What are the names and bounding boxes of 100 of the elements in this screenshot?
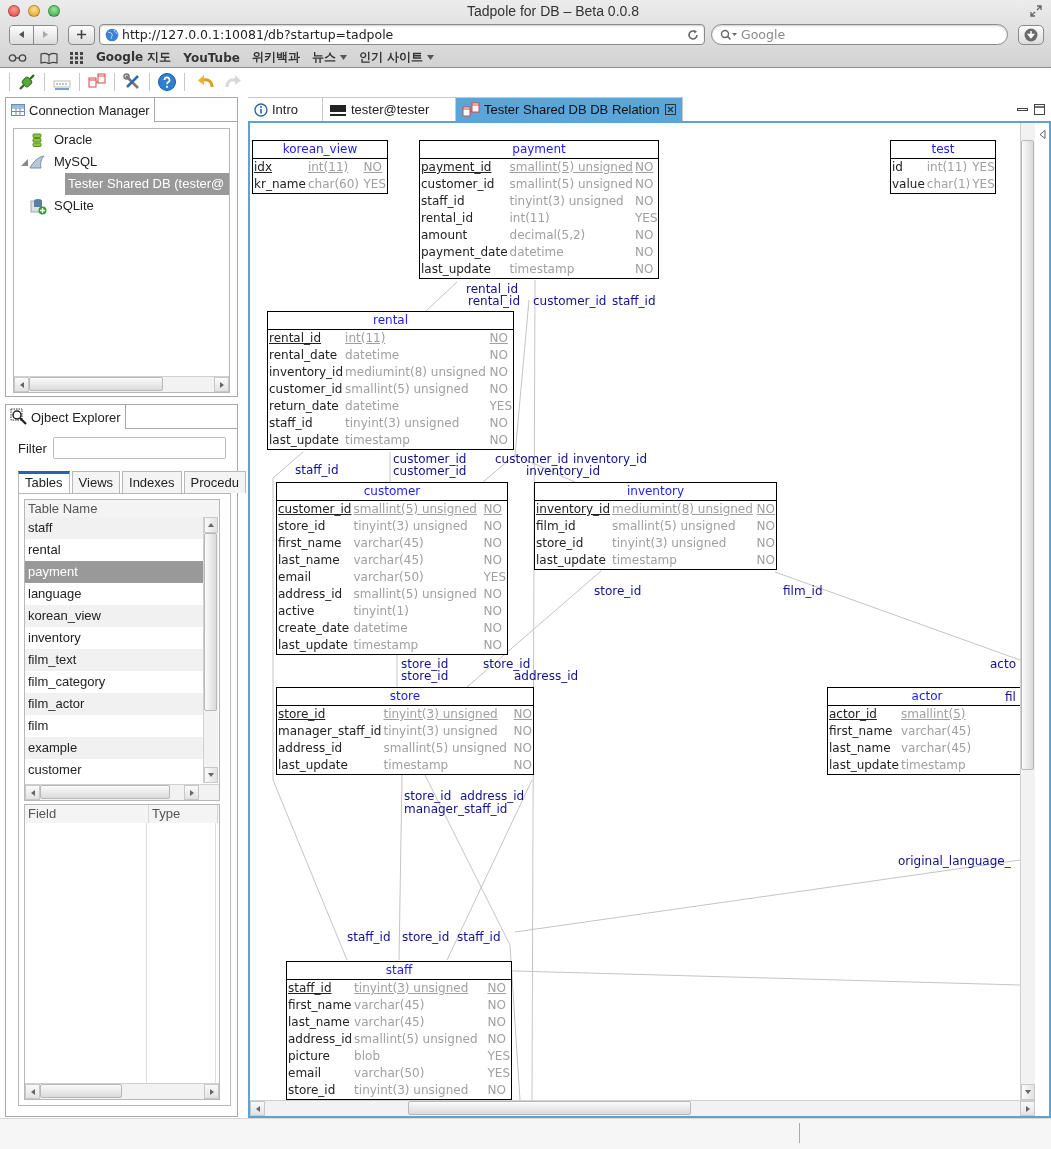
- search-field[interactable]: Google: [711, 24, 1008, 45]
- download-button[interactable]: [1018, 24, 1044, 45]
- minimize-button[interactable]: [28, 5, 40, 17]
- table-title: staff: [287, 962, 511, 980]
- column-type: smallint(5) unsigned: [354, 1031, 479, 1048]
- expander-icon[interactable]: [20, 158, 28, 166]
- reading-list-icon[interactable]: [8, 52, 28, 63]
- table-list-item[interactable]: film_text: [25, 649, 204, 671]
- column-nullable: NO: [634, 227, 655, 244]
- column-type: timestamp: [900, 757, 967, 774]
- column-name: idx: [254, 159, 274, 176]
- column-type: smallint(5) unsigned: [612, 518, 737, 535]
- column-nullable: NO: [513, 706, 532, 723]
- column-header: Table Name: [25, 500, 219, 517]
- tab[interactable]: Views: [71, 471, 121, 493]
- column-name: rental_id: [269, 330, 322, 347]
- column-type: tinyint(3) unsigned: [612, 535, 728, 552]
- fin-icon: [29, 154, 45, 170]
- back-button[interactable]: [10, 25, 33, 44]
- help-icon[interactable]: [157, 71, 177, 92]
- horizontal-scrollbar[interactable]: [250, 1100, 1035, 1116]
- relation-label: address_id: [460, 790, 525, 802]
- bookmark-link[interactable]: Google 지도: [96, 49, 172, 66]
- relation-label: store_id: [594, 585, 642, 597]
- search-icon: [720, 28, 738, 41]
- table-list-item[interactable]: example: [25, 737, 204, 759]
- relation-label: original_language_: [898, 855, 1011, 867]
- new-tab-button[interactable]: [68, 24, 95, 45]
- editor-tab[interactable]: Tester Shared DB DB Relation: [456, 97, 683, 121]
- filter-field[interactable]: [52, 437, 226, 459]
- tab[interactable]: Indexes: [122, 471, 182, 493]
- horizontal-scrollbar[interactable]: [25, 784, 219, 800]
- relation-label: staff_id: [457, 931, 501, 943]
- column-name: first_name: [829, 723, 894, 740]
- table-list-item[interactable]: korean_view: [25, 605, 204, 627]
- relation-label: staff_id: [295, 464, 339, 476]
- column-nullable: NO: [756, 501, 775, 518]
- maximize-icon[interactable]: [1034, 103, 1045, 115]
- relation-label: customer_id: [495, 453, 569, 465]
- panel-tab[interactable]: Connection Manager: [6, 98, 155, 122]
- tree-item[interactable]: Oracle: [51, 129, 229, 151]
- panel-tab[interactable]: Ojbect Explorer: [6, 405, 126, 429]
- column-name: customer_id: [269, 381, 344, 398]
- magnifier-icon: [10, 408, 28, 426]
- horizontal-scrollbar[interactable]: [14, 376, 229, 392]
- relation-label: rental_id: [468, 295, 520, 307]
- plug-icon[interactable]: [17, 71, 37, 92]
- fullscreen-icon[interactable]: [1030, 5, 1042, 17]
- table-list-item[interactable]: film_actor: [25, 693, 204, 715]
- column-nullable: NO: [489, 330, 509, 347]
- back-arrow-icon: [18, 30, 25, 39]
- bookmark-link[interactable]: 위키백과: [251, 49, 300, 66]
- relation-label: store_id: [483, 658, 531, 670]
- column-nullable: NO: [487, 980, 507, 997]
- query-icon: [329, 102, 347, 117]
- close-icon[interactable]: [665, 104, 676, 115]
- editor-tab[interactable]: Intro: [248, 97, 323, 121]
- column-name: staff_id: [269, 415, 314, 432]
- table-list-item[interactable]: staff: [25, 517, 204, 539]
- bookmark-link[interactable]: 인기 사이트: [358, 49, 435, 66]
- horizontal-scrollbar[interactable]: [25, 1083, 219, 1099]
- vertical-scrollbar[interactable]: [1020, 123, 1035, 1100]
- column-nullable: NO: [489, 364, 509, 381]
- bookmark-link[interactable]: 뉴스: [311, 49, 347, 66]
- relation-label: customer_id: [393, 465, 467, 477]
- tab[interactable]: Tables: [18, 471, 70, 493]
- column-nullable: YES: [634, 210, 658, 227]
- grid-icon[interactable]: [70, 51, 84, 64]
- column-name: staff_id: [421, 193, 466, 210]
- column-type: char(60): [307, 176, 361, 193]
- address-field[interactable]: http://127.0.0.1:10081/db?startup=tadpole: [99, 24, 705, 45]
- relation-label: store_id: [401, 658, 449, 670]
- column-name: rental_date: [269, 347, 339, 364]
- column-name: address_id: [278, 586, 344, 603]
- reload-icon[interactable]: [687, 28, 699, 41]
- relation-label: rental_id: [466, 283, 518, 295]
- column-type: smallint(5) unsigned: [509, 159, 633, 176]
- tree-item[interactable]: MySQL: [51, 151, 229, 173]
- editor-tab[interactable]: tester@tester: [323, 97, 456, 121]
- bookmarks-book-icon[interactable]: [40, 51, 58, 64]
- relation-label: film_id: [783, 585, 823, 597]
- vertical-scrollbar[interactable]: [203, 517, 219, 783]
- collapse-arrow-icon[interactable]: [1038, 130, 1046, 139]
- forward-button[interactable]: [33, 25, 57, 44]
- column-name: first_name: [288, 997, 353, 1014]
- close-button[interactable]: [8, 5, 20, 17]
- relation-label: customer_id: [533, 295, 607, 307]
- zoom-button[interactable]: [48, 5, 60, 17]
- tree-item[interactable]: SQLite: [51, 195, 229, 217]
- column-name: store_id: [278, 518, 327, 535]
- column-type: varchar(45): [354, 997, 426, 1014]
- column-name: kr_name: [254, 176, 306, 193]
- table-title: inventory: [535, 483, 776, 501]
- column-nullable: NO: [483, 501, 503, 518]
- bookmark-link[interactable]: YouTube: [183, 50, 240, 65]
- tab[interactable]: Procedu: [183, 471, 246, 493]
- column-name: inventory_id: [269, 364, 344, 381]
- column-type: timestamp: [345, 432, 411, 449]
- column-name: last_update: [829, 757, 899, 774]
- column-type: timestamp: [509, 261, 576, 278]
